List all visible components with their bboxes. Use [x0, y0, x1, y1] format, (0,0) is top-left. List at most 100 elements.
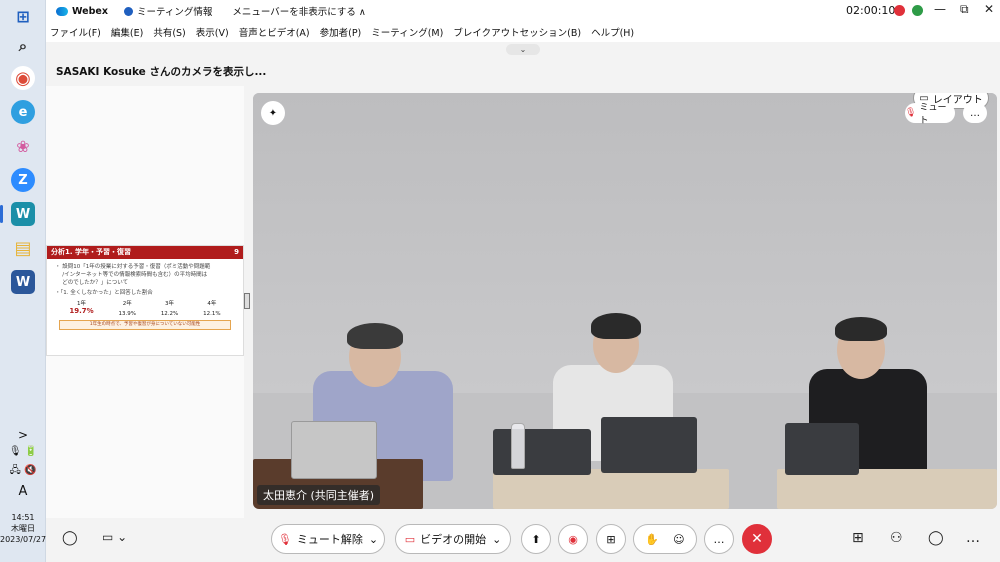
word-icon[interactable]: W [11, 270, 35, 294]
slide-col-1: 1年 19.7% [69, 299, 93, 317]
chevron-down-icon: ⌄ [492, 532, 502, 546]
edge-icon[interactable]: e [11, 100, 35, 124]
mute-badge-label: ミュート [919, 103, 947, 126]
slide-col-value: 13.9% [118, 311, 136, 317]
video-more-button[interactable]: … [963, 103, 987, 123]
hand-reactions-group[interactable]: ✋ ☺ [633, 524, 697, 554]
clock-day: 木曜日 [11, 524, 35, 533]
active-app-indicator [0, 205, 3, 223]
slide-bullet-1: ・ 設問10「1年の授業に対する予習・復習（ポミ活動や問題範 [55, 264, 211, 270]
share-button[interactable]: ⬆ [521, 524, 551, 554]
hide-menu-label: メニューバーを非表示にする ∧ [232, 7, 366, 18]
menu-audio-video[interactable]: 音声とビデオ(A) [239, 25, 310, 39]
video-stage[interactable]: ✦ ▭ レイアウト 🎙 ミュート … 太田恵介 (共同主催者) [253, 93, 997, 509]
participants-icon[interactable]: ⚇ [890, 530, 903, 546]
clock-time: 14:51 [11, 513, 35, 522]
restore-button[interactable]: ⧉ [960, 2, 969, 17]
slide-col-label: 3年 [165, 301, 175, 307]
title-bar: Webex ミーティング情報 メニューバーを非表示にする ∧ 02:00:10 … [46, 0, 1000, 22]
slide-title: 分析1. 学年・予習・復習 9 [47, 246, 243, 259]
meeting-timer: 02:00:10 [846, 4, 896, 17]
desk-right [777, 469, 997, 509]
windows-taskbar: ⊞ ⌕ ◉ e ❀ Z W ▤ W > 🎙 🔋 🖧 🔇 A 14:51 木曜日 … [0, 0, 46, 562]
chat-icon[interactable]: ◯ [928, 530, 944, 546]
shared-slide-thumbnail[interactable]: 分析1. 学年・予習・復習 9 ・ 設問10「1年の授業に対する予習・復習（ポミ… [46, 245, 244, 356]
webex-app[interactable]: Webex [56, 6, 108, 17]
start-video-button[interactable]: ▭ ビデオの開始 ⌄ [395, 524, 511, 554]
collapse-chevron-icon[interactable]: ⌄ [506, 44, 540, 55]
captions-dropdown-icon[interactable]: ▭ ⌄ [102, 530, 127, 544]
menu-file[interactable]: ファイル(F) [50, 25, 101, 39]
muted-mic-icon: 🎙 [905, 108, 917, 118]
recording-indicator-icon[interactable] [894, 5, 905, 16]
end-call-button[interactable]: ✕ [742, 524, 772, 554]
reactions-icon[interactable]: ☺ [673, 533, 684, 546]
menu-view[interactable]: 表示(V) [196, 25, 229, 39]
person-hair [591, 313, 641, 339]
paint-icon[interactable]: ❀ [11, 134, 35, 158]
pin-icon[interactable]: ✦ [261, 101, 285, 125]
start-video-label: ビデオの開始 [420, 533, 487, 546]
connection-status-icon[interactable]: ◯ [62, 530, 78, 546]
participant-name-tag: 太田恵介 (共同主催者) [257, 485, 381, 505]
menu-meeting[interactable]: ミーティング(M) [371, 25, 443, 39]
menu-share[interactable]: 共有(S) [153, 25, 185, 39]
panel-resize-handle[interactable] [244, 293, 250, 309]
meeting-controls-bar: ◯ ▭ ⌄ 🎙 ミュート解除 ⌄ ▭ ビデオの開始 ⌄ ⬆ ◉ ⊞ ✋ ☺ … … [46, 518, 1000, 562]
file-explorer-icon[interactable]: ▤ [11, 236, 35, 260]
webex-logo-icon [56, 6, 68, 16]
slide-bullet-1c: どのでしたか？」について [55, 280, 129, 286]
slide-bullet-2: ・「1. 全くしなかった」と回答した割合 [55, 290, 153, 296]
menu-bar: ファイル(F) 編集(E) 共有(S) 表示(V) 音声とビデオ(A) 参加者(… [46, 22, 1000, 42]
apps-panel-icon[interactable]: ⊞ [852, 530, 864, 546]
menu-help[interactable]: ヘルプ(H) [591, 25, 634, 39]
tray-network-volume-icons[interactable]: 🖧 🔇 [0, 463, 46, 480]
search-icon[interactable]: ⌕ [11, 34, 35, 58]
slide-col-label: 1年 [77, 301, 87, 307]
more-options-button[interactable]: … [704, 524, 734, 554]
chrome-icon[interactable]: ◉ [11, 66, 35, 90]
menu-edit[interactable]: 編集(E) [111, 25, 143, 39]
hide-menu-bar-button[interactable]: メニューバーを非表示にする ∧ [232, 4, 365, 18]
person-hair [835, 317, 887, 341]
slide-note-box: 1年生の時点で、予習や復習が身についていない可能性 [59, 320, 231, 330]
clock[interactable]: 14:51 木曜日 2023/07/27 [0, 512, 46, 545]
clock-date: 2023/07/27 [0, 535, 47, 544]
menu-breakout[interactable]: ブレイクアウトセッション(B) [453, 25, 581, 39]
close-window-button[interactable]: ✕ [984, 2, 994, 16]
unmute-button[interactable]: 🎙 ミュート解除 ⌄ [271, 524, 385, 554]
tray-status-icons[interactable]: 🎙 🔋 [0, 446, 46, 457]
menu-participants[interactable]: 参加者(P) [320, 25, 362, 39]
slide-col-3: 3年 12.2% [161, 299, 178, 317]
more-panels-icon[interactable]: … [966, 530, 980, 546]
windows-start-icon[interactable]: ⊞ [11, 4, 35, 28]
network-health-icon[interactable] [912, 5, 923, 16]
slide-col-value: 19.7% [69, 307, 94, 315]
meeting-info-label: ミーティング情報 [136, 7, 213, 18]
desk-middle [493, 469, 729, 509]
slide-title-text: 分析1. 学年・予習・復習 [51, 248, 131, 256]
apps-button[interactable]: ⊞ [596, 524, 626, 554]
webex-icon[interactable]: W [11, 202, 35, 226]
record-button[interactable]: ◉ [558, 524, 588, 554]
slide-col-label: 2年 [122, 301, 132, 307]
slide-col-value: 12.1% [203, 311, 221, 317]
slide-col-2: 2年 13.9% [119, 299, 136, 317]
muted-mic-icon: 🎙 [277, 532, 292, 546]
keyboard-language-icon[interactable]: A [0, 484, 46, 499]
meeting-info-button[interactable]: ミーティング情報 [123, 4, 213, 18]
slide-page-number: 9 [234, 248, 239, 256]
zoom-icon[interactable]: Z [11, 168, 35, 192]
minimize-button[interactable]: — [934, 2, 946, 16]
raise-hand-icon[interactable]: ✋ [645, 533, 659, 546]
slide-table: 1年 19.7% 2年 13.9% 3年 12.2% 4年 12.1% [47, 299, 243, 317]
person-hair [347, 323, 403, 349]
slide-col-value: 12.2% [160, 311, 179, 317]
laptop-left [291, 421, 377, 479]
mute-status-badge[interactable]: 🎙 ミュート [905, 103, 955, 126]
chevron-down-icon: ⌄ [368, 532, 379, 546]
tray-expand-icon[interactable]: > [0, 428, 46, 442]
sharing-status-label: SASAKI Kosuke さんのカメラを表示し... [56, 66, 267, 78]
slide-bullet-1b: /インターネット等での情報検索時間も含む）の平均時間は [55, 272, 208, 278]
laptop-right [785, 423, 859, 475]
